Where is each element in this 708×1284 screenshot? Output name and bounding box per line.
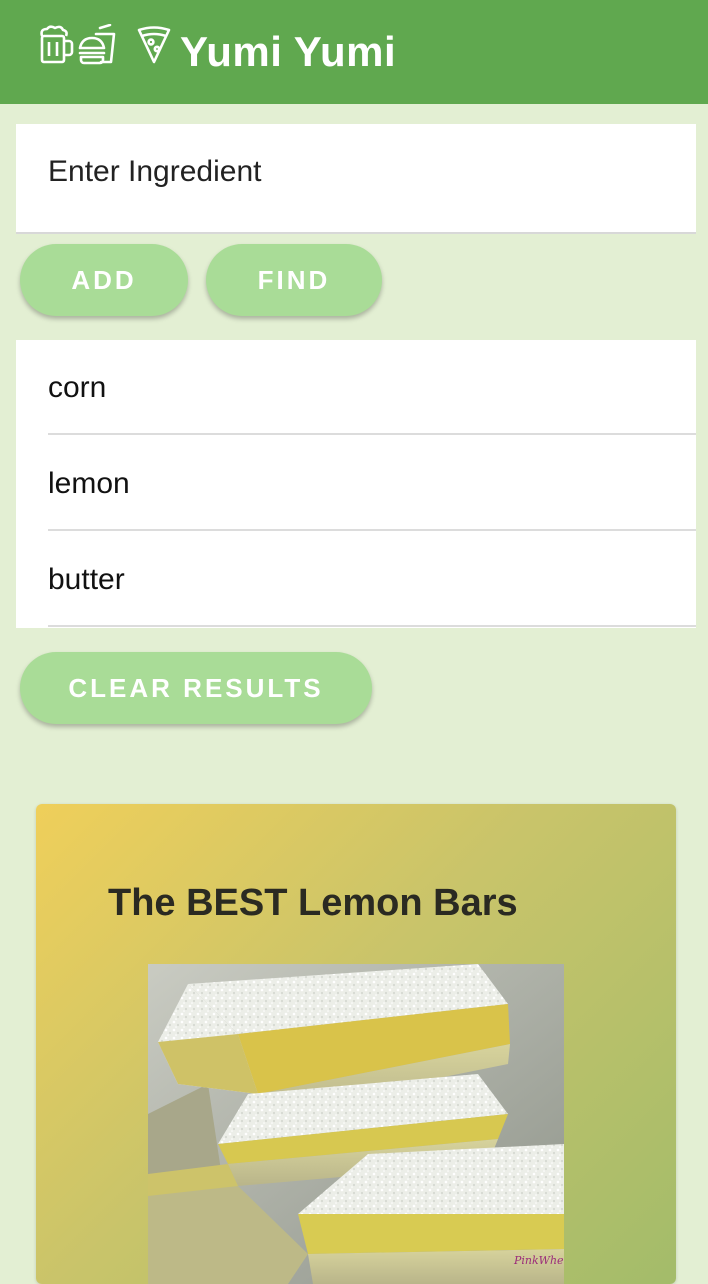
recipe-card[interactable]: The BEST Lemon Bars PinkWhe: [36, 804, 676, 1284]
ingredient-list: corn lemon butter: [16, 340, 696, 628]
clear-results-button[interactable]: CLEAR RESULTS: [20, 652, 372, 724]
app-title: Yumi Yumi: [180, 28, 397, 75]
recipe-title[interactable]: The BEST Lemon Bars: [108, 882, 518, 925]
list-item[interactable]: lemon: [48, 436, 696, 531]
photo-watermark: PinkWhen: [513, 1254, 564, 1267]
pizza-icon: [137, 26, 171, 64]
list-item[interactable]: corn: [48, 340, 696, 435]
ingredient-input-container: [16, 124, 696, 234]
app-bar: Yumi Yumi: [0, 0, 708, 104]
add-button[interactable]: ADD: [20, 244, 188, 316]
recipe-photo[interactable]: PinkWhen: [148, 964, 564, 1284]
beer-icon: [40, 25, 74, 64]
burger-drink-icon: [78, 24, 116, 65]
list-item[interactable]: butter: [48, 532, 696, 627]
lemon-bars-image: PinkWhen: [148, 964, 564, 1284]
find-button[interactable]: FIND: [206, 244, 382, 316]
ingredient-input[interactable]: [48, 152, 668, 192]
app-icons: [38, 24, 172, 66]
